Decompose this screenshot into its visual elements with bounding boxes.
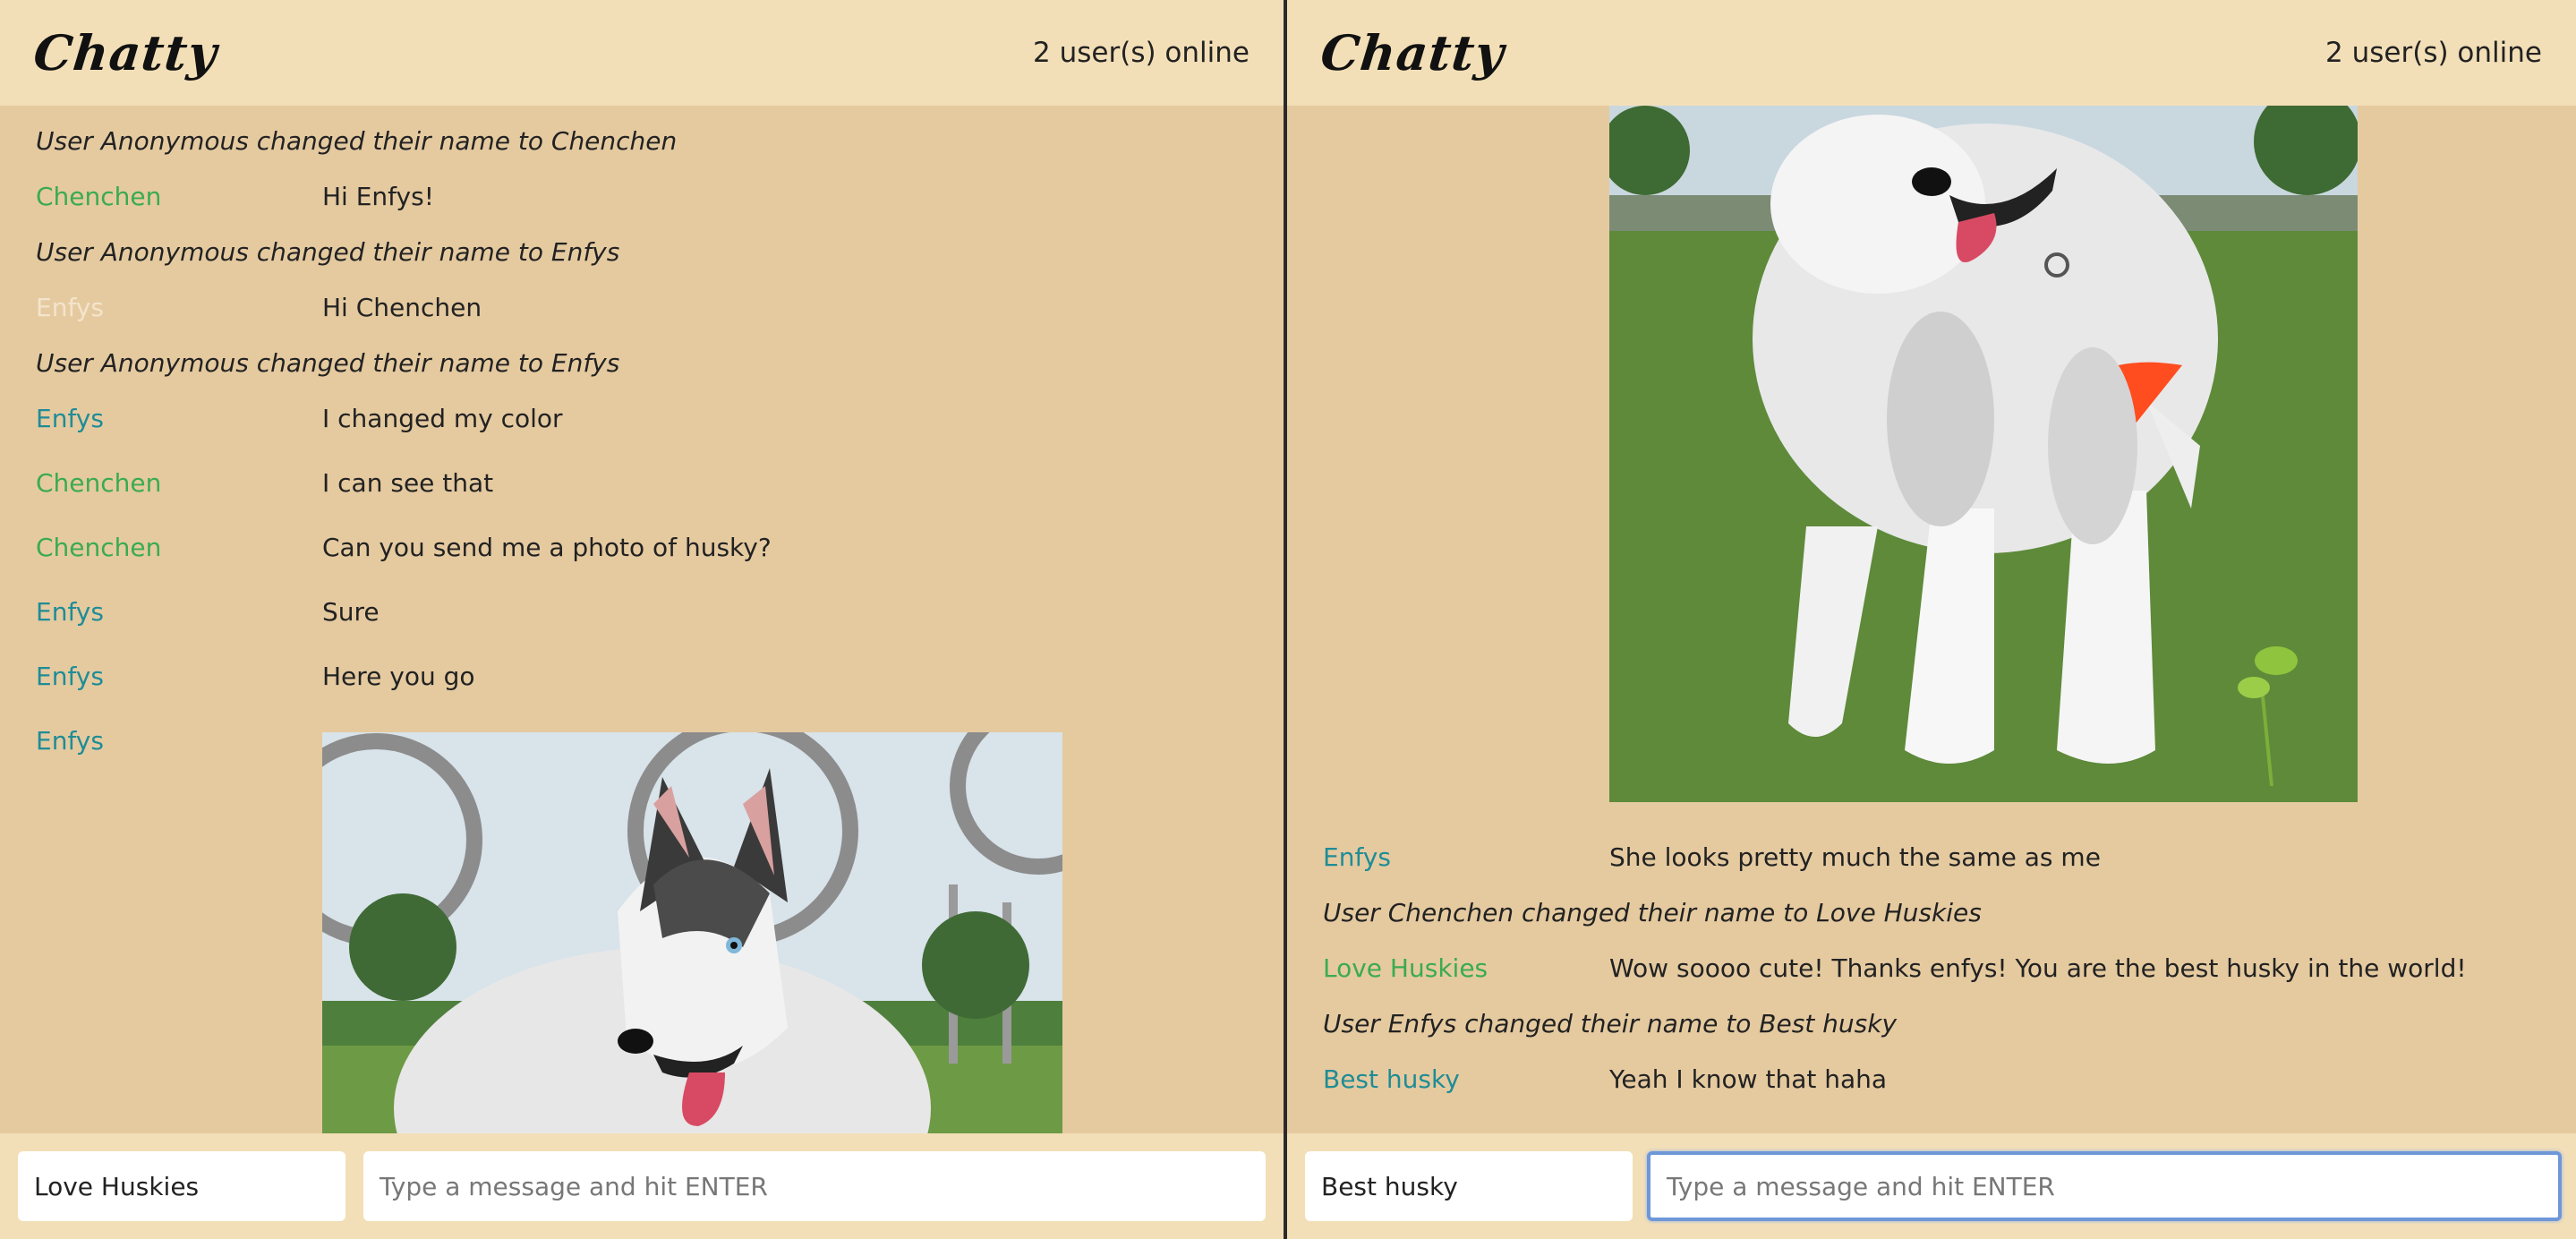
username-input[interactable]: Best husky: [1305, 1151, 1633, 1221]
composer: Best husky Type a message and hit ENTER: [1287, 1133, 2576, 1239]
message-username: Enfys: [36, 726, 104, 756]
message-list[interactable]: User Anonymous changed their name to Che…: [0, 106, 1284, 1133]
message-username: Enfys: [36, 404, 104, 433]
header: Chatty 2 user(s) online: [1287, 0, 2576, 106]
system-notice: User Chenchen changed their name to Love…: [1323, 898, 1982, 927]
message-username: Enfys: [36, 662, 104, 691]
message-username: Love Huskies: [1323, 953, 1488, 983]
message-username: Enfys: [36, 597, 104, 627]
system-notice: User Enfys changed their name to Best hu…: [1323, 1009, 1898, 1038]
message-text: I can see that: [322, 468, 494, 498]
message-text: Hi Chenchen: [322, 293, 482, 322]
app-logo: Chatty: [1318, 24, 1507, 81]
system-notice: User Anonymous changed their name to Enf…: [36, 237, 620, 267]
message-username: Chenchen: [36, 182, 162, 211]
message-list[interactable]: Enfys She looks pretty much the same as …: [1287, 106, 2576, 1133]
message-text: Here you go: [322, 662, 475, 691]
message-text: She looks pretty much the same as me: [1609, 842, 2101, 872]
message-username: Enfys: [1323, 842, 1391, 872]
message-username: Best husky: [1323, 1064, 1460, 1094]
online-count: 2 user(s) online: [1033, 37, 1250, 69]
header: Chatty 2 user(s) online: [0, 0, 1284, 106]
message-text: Can you send me a photo of husky?: [322, 533, 772, 562]
username-input[interactable]: Love Huskies: [18, 1151, 345, 1221]
message-text: Sure: [322, 597, 380, 627]
message-input[interactable]: Type a message and hit ENTER: [1647, 1151, 2562, 1221]
composer: Love Huskies Type a message and hit ENTE…: [0, 1133, 1284, 1239]
message-username: Enfys: [36, 293, 104, 322]
chat-window-right: Chatty 2 user(s) online Enfys She looks …: [1287, 0, 2576, 1239]
online-count: 2 user(s) online: [2325, 37, 2542, 69]
message-username: Chenchen: [36, 533, 162, 562]
message-text: Yeah I know that haha: [1609, 1064, 1888, 1094]
husky-photo: [1609, 106, 2358, 802]
message-text: Wow soooo cute! Thanks enfys! You are th…: [1609, 953, 2467, 983]
message-text: Hi Enfys!: [322, 182, 434, 211]
message-username: Chenchen: [36, 468, 162, 498]
system-notice: User Anonymous changed their name to Enf…: [36, 348, 620, 378]
app-logo: Chatty: [30, 24, 220, 81]
husky-photo: [322, 732, 1062, 1133]
chat-window-left: Chatty 2 user(s) online User Anonymous c…: [0, 0, 1284, 1239]
message-input[interactable]: Type a message and hit ENTER: [363, 1151, 1266, 1221]
message-text: I changed my color: [322, 404, 563, 433]
system-notice: User Anonymous changed their name to Che…: [36, 126, 678, 156]
